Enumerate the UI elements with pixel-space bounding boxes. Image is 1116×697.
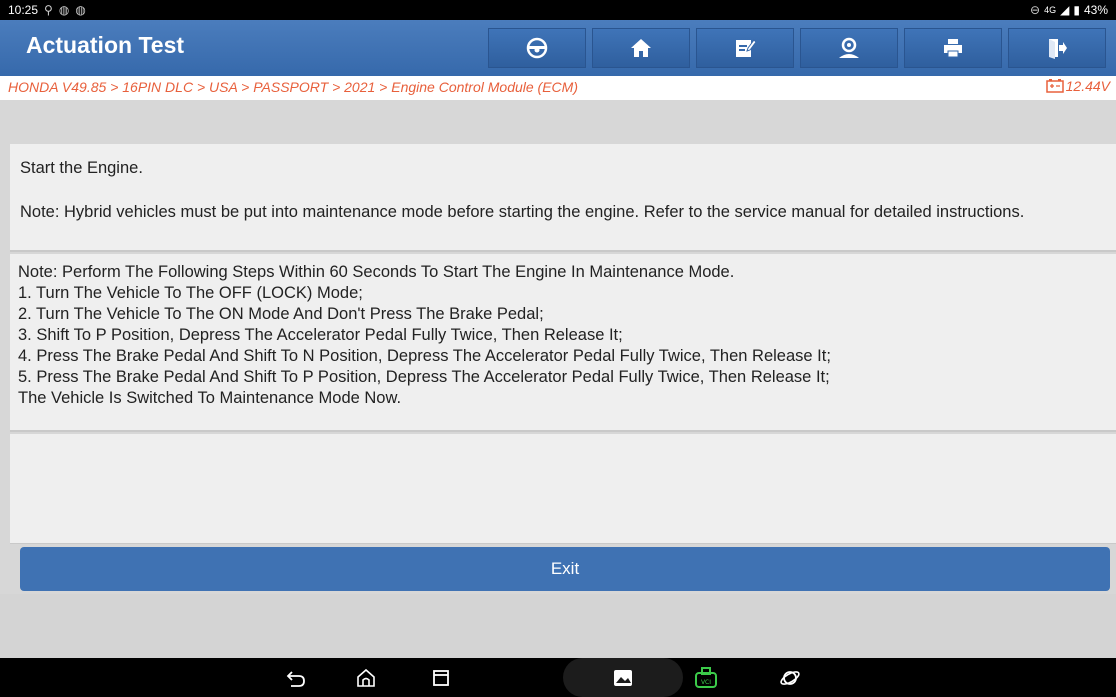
exit-door-icon [1049, 39, 1067, 59]
recents-icon [433, 670, 449, 686]
steps-line: 5. Press The Brake Pedal And Shift To P … [18, 368, 830, 386]
page-title: Actuation Test [26, 32, 185, 58]
key-icon: ⊖ [1030, 3, 1041, 17]
exit-button[interactable]: Exit [20, 547, 1110, 591]
print-button[interactable] [904, 28, 1002, 68]
usb-icon: ⚲ [44, 3, 53, 17]
edit-report-icon [736, 39, 756, 57]
battery-level: 43% [1083, 3, 1108, 17]
steering-wheel-icon [526, 37, 548, 59]
image-icon [614, 670, 632, 686]
steps-line: The Vehicle Is Switched To Maintenance M… [18, 389, 402, 407]
exit-app-button[interactable] [1008, 28, 1106, 68]
breadcrumb: HONDA V49.85 > 16PIN DLC > USA > PASSPOR… [8, 79, 578, 95]
browser-button[interactable] [778, 666, 802, 690]
planet-icon [780, 671, 800, 685]
support-button[interactable] [800, 28, 898, 68]
battery-voltage-icon [1045, 79, 1064, 93]
voltage-indicator: 12.44V [1045, 78, 1110, 94]
steps-line: 3. Shift To P Position, Depress The Acce… [18, 326, 623, 344]
voltage-value: 12.44V [1065, 78, 1110, 94]
print-icon [944, 39, 962, 58]
steps-line: 4. Press The Brake Pedal And Shift To N … [18, 347, 831, 365]
steering-wheel-button[interactable] [488, 28, 586, 68]
home-button[interactable] [592, 28, 690, 68]
instruction-panel: Start the Engine. Note: Hybrid vehicles … [10, 144, 1116, 252]
steps-line: Note: Perform The Following Steps Within… [18, 263, 735, 281]
steps-list: Note: Perform The Following Steps Within… [18, 262, 1096, 409]
steps-line: 1. Turn The Vehicle To The OFF (LOCK) Mo… [18, 284, 363, 302]
home-icon [631, 39, 651, 57]
recents-button[interactable] [429, 666, 453, 690]
user-support-icon [839, 37, 859, 58]
steps-line: 2. Turn The Vehicle To The ON Mode And D… [18, 305, 544, 323]
home-nav-button[interactable] [354, 666, 378, 690]
battery-icon: ▮ [1073, 3, 1080, 17]
svg-text:VCI: VCI [701, 679, 711, 686]
network-label: 4G [1044, 5, 1057, 15]
exit-button-label: Exit [550, 559, 580, 578]
breadcrumb-bar: HONDA V49.85 > 16PIN DLC > USA > PASSPOR… [0, 76, 1116, 100]
empty-panel [10, 434, 1116, 544]
maintenance-steps-panel: Note: Perform The Following Steps Within… [10, 254, 1116, 432]
status-bar: 10:25 ⚲ ◍ ◍ ⊖ 4G ◢ ▮ 43% [0, 0, 1116, 20]
vci-icon: VCI [695, 667, 717, 688]
footer-area [0, 594, 1116, 658]
gallery-button[interactable] [611, 666, 635, 690]
back-button[interactable] [284, 666, 308, 690]
hybrid-note-text: Note: Hybrid vehicles must be put into m… [20, 203, 1025, 221]
home-outline-icon [357, 668, 375, 687]
header-spacer [0, 100, 1116, 144]
status-time: 10:25 [8, 3, 39, 17]
vci-button[interactable]: VCI [694, 666, 718, 690]
chat-icon-2: ◍ [75, 3, 86, 17]
back-icon [286, 671, 305, 687]
title-bar: Actuation Test [0, 20, 1116, 76]
chat-icon: ◍ [58, 3, 70, 17]
signal-icon: ◢ [1060, 3, 1070, 17]
system-nav-bar: VCI [0, 658, 1116, 697]
instruction-text: Start the Engine. [20, 159, 143, 177]
report-button[interactable] [696, 28, 794, 68]
